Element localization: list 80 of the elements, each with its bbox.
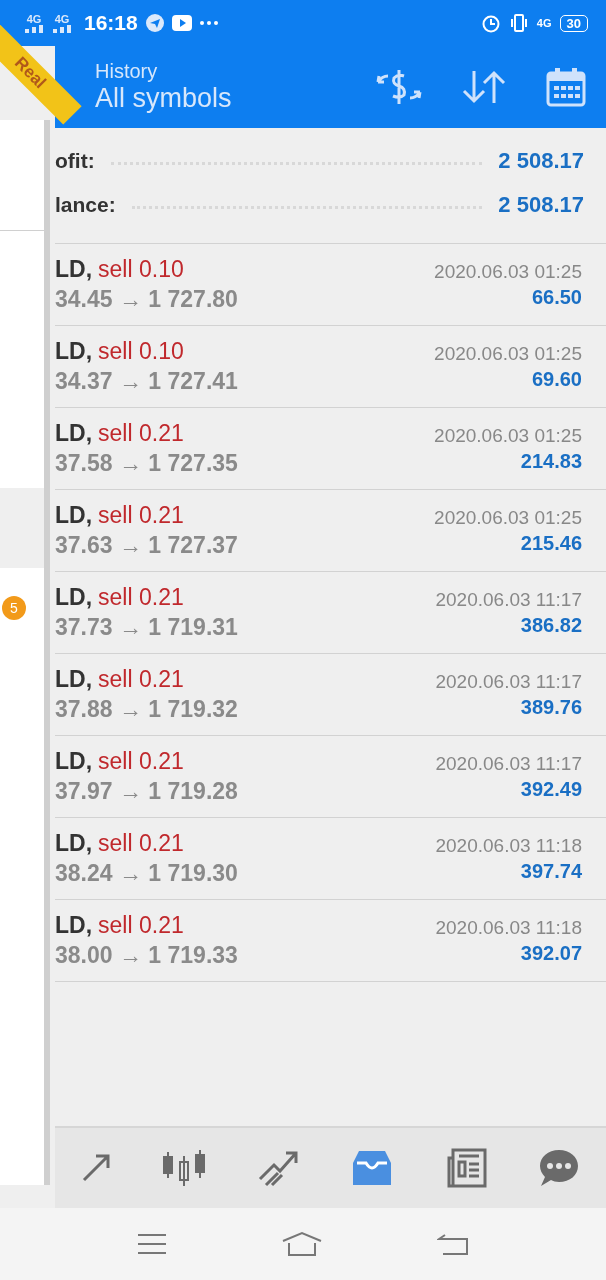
more-icon <box>199 21 218 25</box>
trade-profit: 386.82 <box>520 613 582 637</box>
trade-prices: 38.00 → 1 719.33 <box>55 942 238 969</box>
trade-prices: 37.73 → 1 719.31 <box>55 614 238 641</box>
battery-level: 30 <box>559 14 588 32</box>
home-icon[interactable] <box>281 1231 323 1257</box>
summary-label: lance: <box>55 193 116 217</box>
trade-symbol: LD, <box>55 338 93 365</box>
trade-symbol: LD, <box>55 256 93 283</box>
vibrate-icon <box>508 13 529 33</box>
trade-symbol: LD, <box>55 502 93 529</box>
candlestick-icon <box>162 1148 207 1188</box>
trade-type: sell 0.10 <box>98 256 184 283</box>
dollar-exchange-icon[interactable] <box>376 68 422 106</box>
trade-time: 2020.06.03 01:25 <box>434 260 582 283</box>
trade-profit: 69.60 <box>531 367 582 391</box>
network-type: 4G <box>54 13 70 25</box>
alarm-icon <box>480 13 501 33</box>
trade-profit: 214.83 <box>520 449 582 473</box>
summary-label: ofit: <box>55 149 95 173</box>
trade-type: sell 0.21 <box>98 912 184 939</box>
symbol-filter[interactable]: All symbols <box>95 83 376 114</box>
trade-type: sell 0.21 <box>98 584 184 611</box>
trade-type: sell 0.21 <box>98 748 184 775</box>
trade-type: sell 0.21 <box>98 420 184 447</box>
trade-profit: 215.46 <box>520 531 582 555</box>
trade-type: sell 0.21 <box>98 830 184 857</box>
trade-symbol: LD, <box>55 666 93 693</box>
trade-profit: 389.76 <box>520 695 582 719</box>
nav-tab[interactable] <box>80 1152 111 1184</box>
trade-time: 2020.06.03 01:25 <box>434 506 582 529</box>
chat-icon <box>538 1148 581 1188</box>
trade-profit: 392.49 <box>520 777 582 801</box>
screen-title: History <box>95 60 159 83</box>
trade-symbol: LD, <box>55 912 93 939</box>
trade-time: 2020.06.03 11:18 <box>435 834 582 857</box>
trade-time: 2020.06.03 11:17 <box>435 588 582 611</box>
trade-profit: 66.50 <box>531 285 582 309</box>
signal-icon <box>24 24 44 33</box>
trade-time: 2020.06.03 11:17 <box>435 752 582 775</box>
trade-prices: 34.45 → 1 727.80 <box>55 286 238 313</box>
trade-prices: 37.58 → 1 727.35 <box>55 450 238 477</box>
trade-time: 2020.06.03 01:25 <box>434 424 582 447</box>
sort-icon[interactable] <box>462 69 506 105</box>
clock-time: 16:18 <box>84 11 138 35</box>
trade-prices: 38.24 → 1 719.30 <box>55 860 238 887</box>
trade-time: 2020.06.03 11:17 <box>435 670 582 693</box>
summary-value: 2 508.17 <box>498 192 584 218</box>
calendar-icon[interactable] <box>546 67 586 107</box>
trade-profit: 397.74 <box>520 859 582 883</box>
trade-symbol: LD, <box>55 830 93 857</box>
nav-tab[interactable] <box>257 1149 300 1187</box>
trade-type: sell 0.21 <box>98 502 184 529</box>
network-type: 4G <box>536 17 552 29</box>
trade-profit: 392.07 <box>520 941 582 965</box>
back-icon[interactable] <box>437 1232 469 1256</box>
trade-symbol: LD, <box>55 420 93 447</box>
trade-type: sell 0.10 <box>98 338 184 365</box>
trade-prices: 34.37 → 1 727.41 <box>55 368 238 395</box>
nav-tab[interactable] <box>351 1149 394 1187</box>
trade-prices: 37.88 → 1 719.32 <box>55 696 238 723</box>
trade-symbol: LD, <box>55 748 93 775</box>
nav-tab[interactable] <box>162 1148 207 1188</box>
network-type: 4G <box>26 13 42 25</box>
send-icon <box>145 14 164 32</box>
inbox-icon <box>351 1149 394 1187</box>
play-icon <box>171 15 192 31</box>
trend-arrow-icon <box>257 1149 300 1187</box>
trade-prices: 37.63 → 1 727.37 <box>55 532 238 559</box>
trade-prices: 37.97 → 1 719.28 <box>55 778 238 805</box>
summary-value: 2 508.17 <box>498 148 584 174</box>
trade-time: 2020.06.03 11:18 <box>435 916 582 939</box>
trade-time: 2020.06.03 01:25 <box>434 342 582 365</box>
trade-arrow-icon <box>80 1152 111 1184</box>
signal-icon <box>52 24 72 33</box>
trade-symbol: LD, <box>55 584 93 611</box>
notification-count: 5 <box>2 596 26 620</box>
trade-type: sell 0.21 <box>98 666 184 693</box>
nav-tab[interactable] <box>538 1148 581 1188</box>
menu-icon[interactable] <box>137 1233 167 1255</box>
